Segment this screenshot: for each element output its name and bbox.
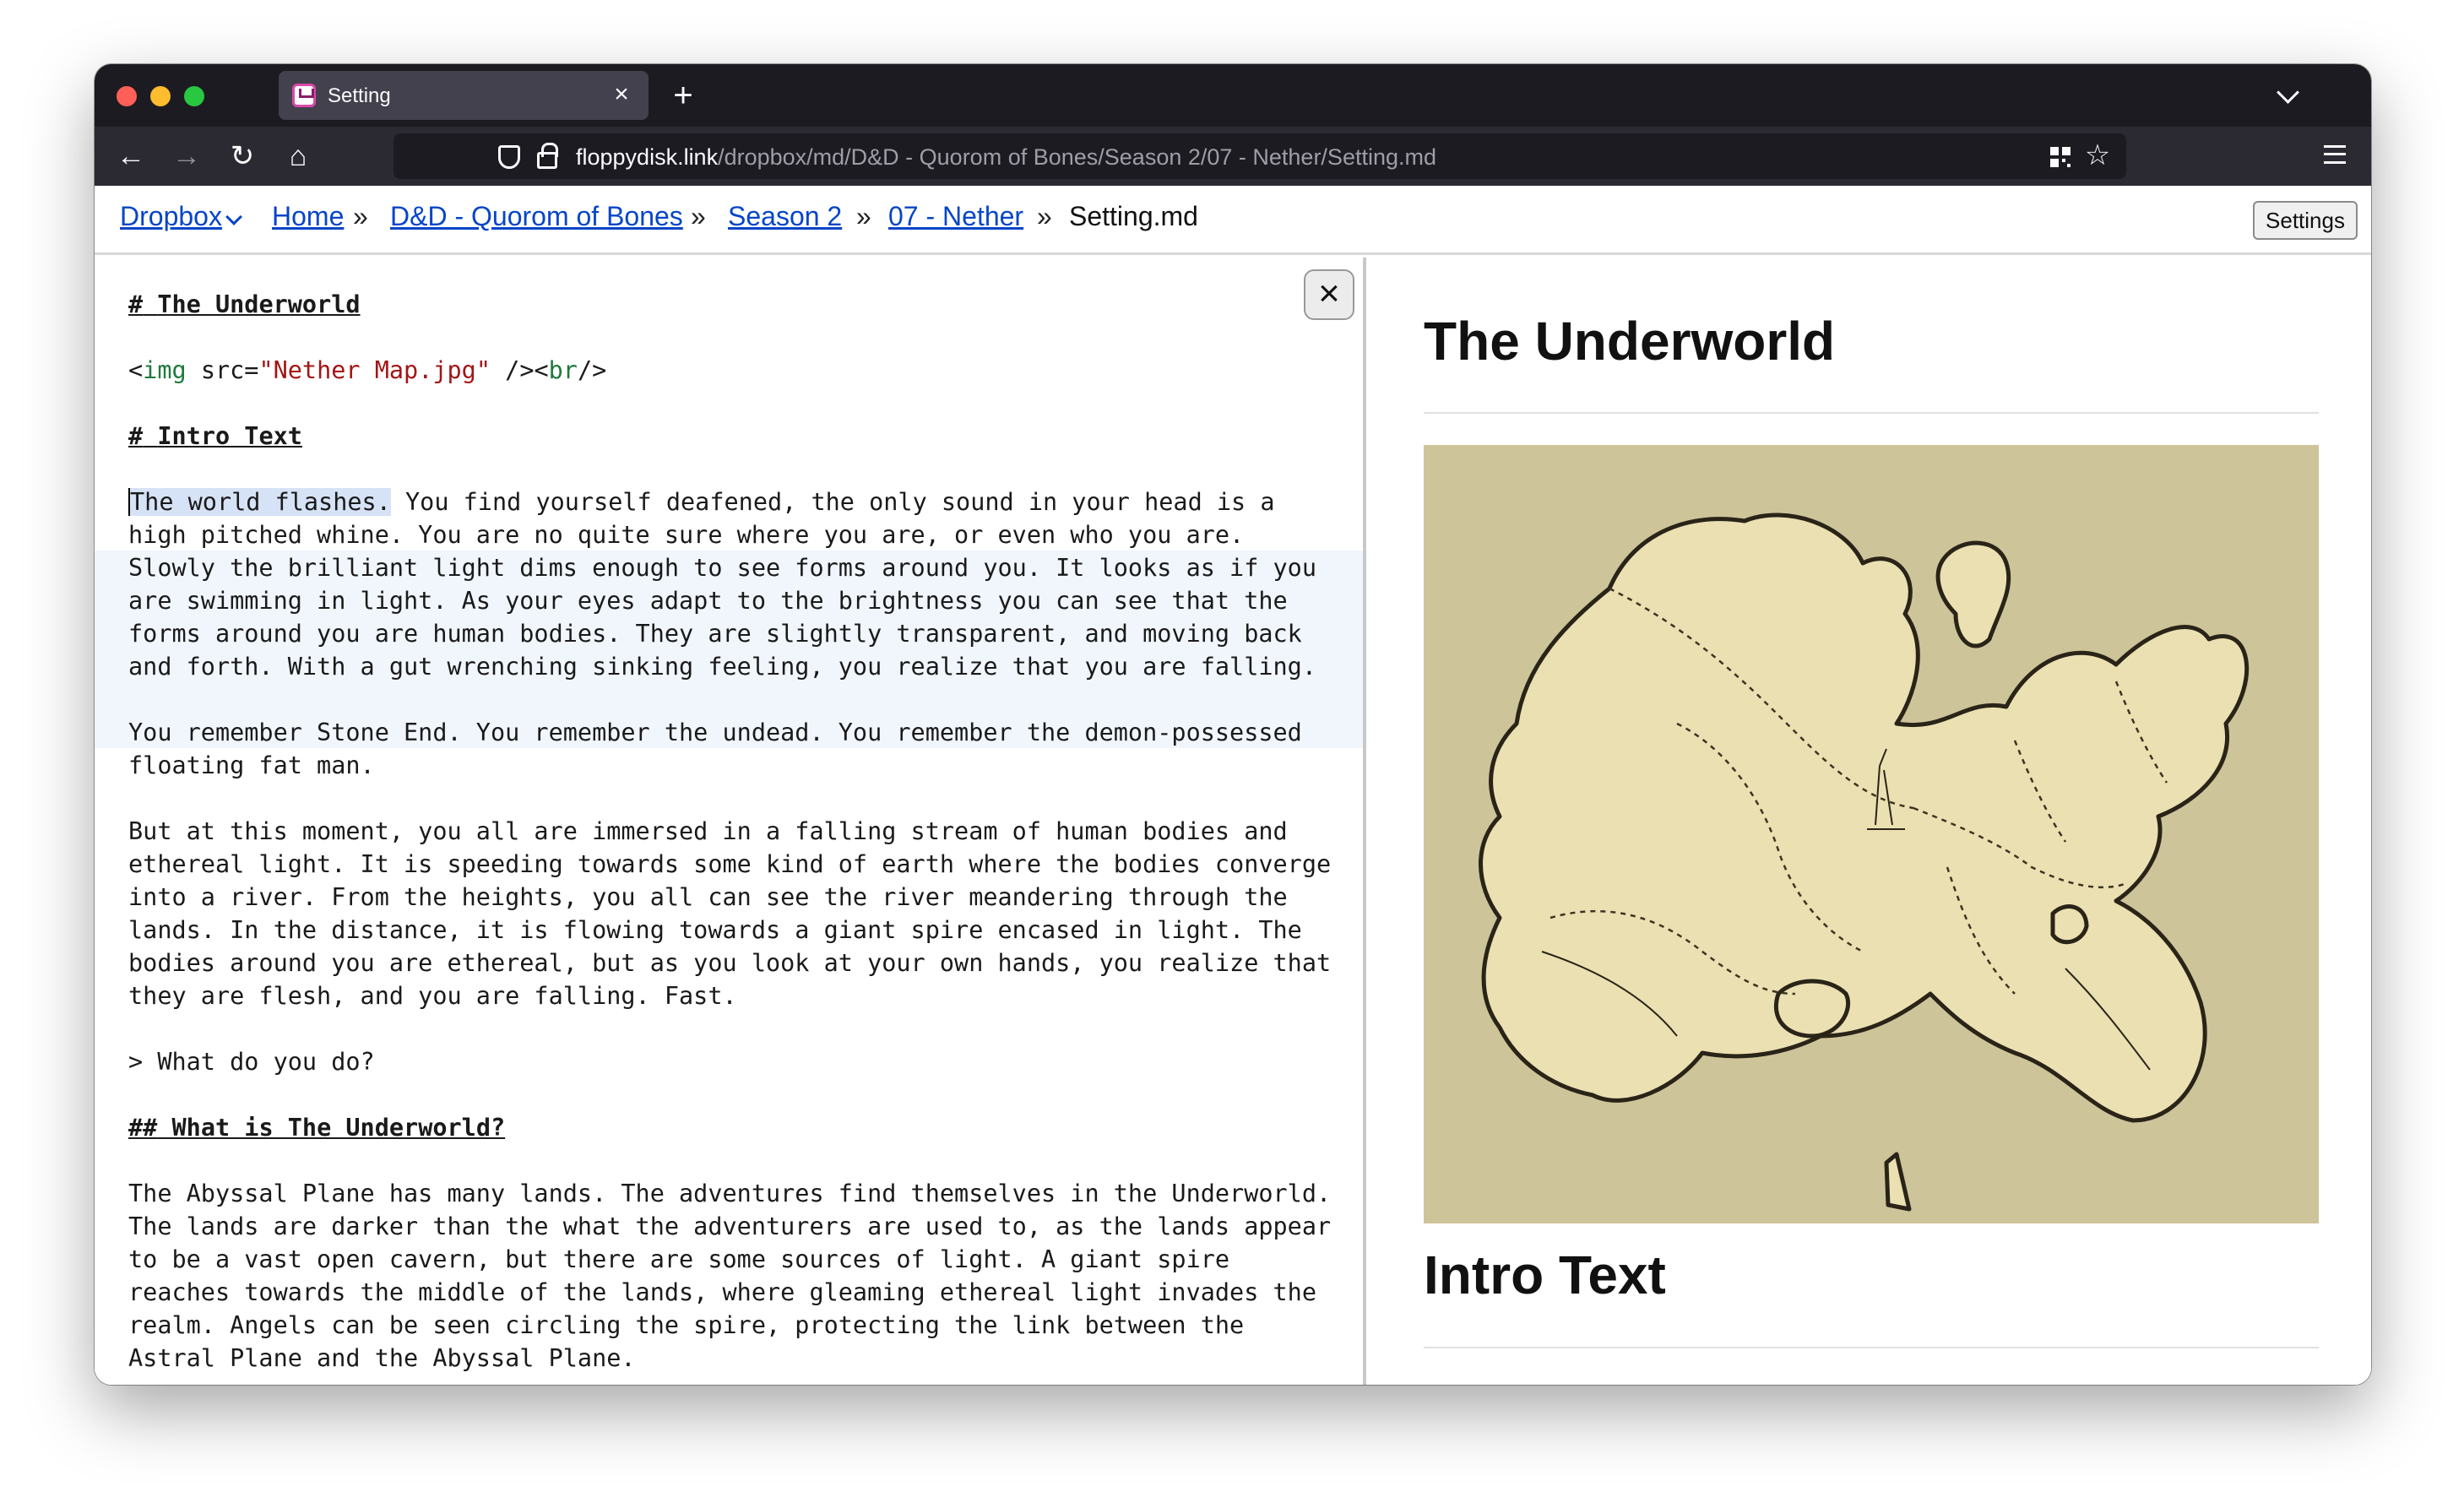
editor-line: and forth. With a gut wrenching sinking … bbox=[128, 653, 1316, 681]
minimize-window-button[interactable] bbox=[150, 86, 171, 106]
editor-text[interactable]: # The Underworld <img src="Nether Map.jp… bbox=[128, 288, 1331, 1375]
tab-setting[interactable]: Setting × bbox=[279, 71, 649, 120]
tracking-protection-shield-icon[interactable] bbox=[498, 145, 520, 169]
home-button[interactable]: ⌂ bbox=[279, 137, 317, 176]
heading-divider bbox=[1424, 412, 2319, 414]
tab-close-button[interactable]: × bbox=[606, 79, 637, 110]
editor-line: bodies around you are ethereal, but as y… bbox=[128, 949, 1332, 977]
reload-button[interactable]: ↻ bbox=[223, 137, 262, 176]
editor-line: You remember Stone End. You remember the… bbox=[128, 719, 1302, 746]
map-illustration bbox=[1479, 513, 2250, 1212]
breadcrumb: Dropbox Home » D&D - Quorom of Bones » S… bbox=[95, 186, 2371, 255]
tab-bar: Setting × + bbox=[95, 64, 2371, 127]
editor-line: to be a vast open cavern, but there are … bbox=[128, 1245, 1230, 1273]
breadcrumb-campaign[interactable]: D&D - Quorom of Bones bbox=[390, 201, 683, 232]
editor-line: high pitched whine. You are no quite sur… bbox=[128, 521, 1245, 549]
close-editor-button[interactable]: × bbox=[1304, 269, 1354, 320]
url-domain: floppydisk.link bbox=[576, 144, 719, 170]
editor-line: realm. Angels can be seen circling the s… bbox=[128, 1311, 1245, 1339]
editor-line: are swimming in light. As your eyes adap… bbox=[128, 587, 1288, 615]
nether-map-image bbox=[1424, 445, 2319, 1223]
editor-line: Slowly the brilliant light dims enough t… bbox=[128, 554, 1316, 582]
breadcrumb-separator: » bbox=[691, 201, 706, 231]
bookmark-star-icon[interactable]: ☆ bbox=[2081, 138, 2114, 172]
editor-line: forms around you are human bodies. They … bbox=[128, 620, 1302, 648]
menu-icon[interactable] bbox=[2324, 145, 2346, 164]
editor-line: The world flashes. You find yourself dea… bbox=[128, 488, 1275, 516]
editor-h1-line: # The Underworld bbox=[128, 290, 361, 318]
url-text[interactable]: floppydisk.link/dropbox/md/D&D - Quorom … bbox=[576, 144, 1436, 171]
editor-line: reaches towards the middle of the lands,… bbox=[128, 1278, 1316, 1306]
settings-button[interactable]: Settings bbox=[2253, 201, 2358, 240]
editor-quote-line: > What do you do? bbox=[128, 1048, 375, 1076]
breadcrumb-season[interactable]: Season 2 bbox=[728, 201, 842, 232]
breadcrumb-current-file: Setting.md bbox=[1069, 201, 1198, 231]
editor-line: The Abyssal Plane has many lands. The ad… bbox=[128, 1180, 1332, 1207]
breadcrumb-separator: » bbox=[1037, 201, 1052, 231]
new-tab-button[interactable]: + bbox=[662, 74, 704, 117]
editor-line: floating fat man. bbox=[128, 751, 375, 779]
address-bar[interactable]: floppydisk.link/dropbox/md/D&D - Quorom … bbox=[393, 133, 2126, 179]
zoom-window-button[interactable] bbox=[184, 86, 204, 106]
editor-h1-intro-line: # Intro Text bbox=[128, 422, 302, 450]
url-path: /dropbox/md/D&D - Quorom of Bones/Season… bbox=[718, 144, 1436, 170]
list-all-tabs-chevron-icon[interactable] bbox=[2275, 83, 2302, 110]
floppy-disk-icon bbox=[292, 84, 316, 107]
browser-window: Setting × + ← → ↻ ⌂ floppydisk.link/drop… bbox=[95, 64, 2371, 1385]
tab-title: Setting bbox=[328, 84, 391, 107]
editor-h2-line: ## What is The Underworld? bbox=[128, 1114, 506, 1142]
lock-icon[interactable] bbox=[537, 143, 558, 169]
markdown-editor[interactable]: # The Underworld <img src="Nether Map.jp… bbox=[95, 258, 1366, 1385]
breadcrumb-home[interactable]: Home bbox=[272, 201, 344, 232]
editor-line: ethereal light. It is speeding towards s… bbox=[128, 850, 1332, 878]
editor-line: they are flesh, and you are falling. Fas… bbox=[128, 982, 737, 1010]
editor-line: into a river. From the heights, you all … bbox=[128, 883, 1288, 911]
editor-line: But at this moment, you all are immersed… bbox=[128, 817, 1288, 845]
editor-img-line: <img src="Nether Map.jpg" /><br/> bbox=[128, 356, 607, 384]
markdown-preview: The Underworld Intro Text bbox=[1370, 258, 2371, 1385]
preview-heading-underworld: The Underworld bbox=[1424, 311, 1836, 372]
back-button[interactable]: ← bbox=[111, 137, 150, 176]
breadcrumb-chapter[interactable]: 07 - Nether bbox=[888, 201, 1023, 232]
navigation-toolbar: ← → ↻ ⌂ floppydisk.link/dropbox/md/D&D -… bbox=[95, 127, 2371, 186]
editor-line: Astral Plane and the Abyssal Plane. bbox=[128, 1344, 636, 1372]
breadcrumb-separator: » bbox=[856, 201, 871, 231]
breadcrumb-dropbox[interactable]: Dropbox bbox=[120, 201, 222, 232]
preview-heading-intro: Intro Text bbox=[1424, 1245, 1666, 1305]
page-content: Dropbox Home » D&D - Quorom of Bones » S… bbox=[95, 186, 2371, 1385]
qr-code-icon[interactable] bbox=[2050, 147, 2071, 167]
editor-line: lands. In the distance, it is flowing to… bbox=[128, 916, 1302, 944]
text-selection: The world flashes. bbox=[128, 488, 391, 516]
close-window-button[interactable] bbox=[117, 86, 137, 106]
breadcrumb-separator: » bbox=[353, 201, 368, 231]
editor-line: The lands are darker than the what the a… bbox=[128, 1212, 1332, 1240]
heading-divider bbox=[1424, 1347, 2319, 1348]
forward-button[interactable]: → bbox=[167, 137, 206, 176]
chevron-down-icon[interactable] bbox=[225, 209, 242, 225]
